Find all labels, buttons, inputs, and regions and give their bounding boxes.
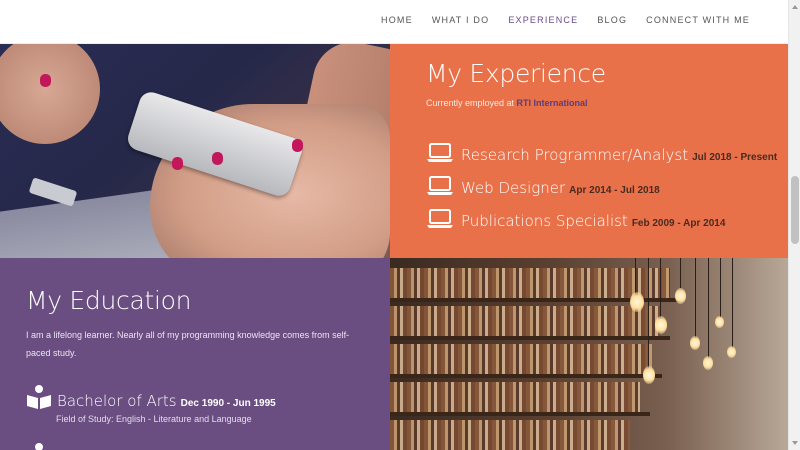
education-section: My Education I am a lifelong learner. Ne…	[0, 258, 390, 450]
lamp-wire	[695, 258, 696, 338]
lamp-wire	[660, 258, 661, 318]
nav-blog[interactable]: BLOG	[597, 15, 627, 25]
lamp-wire	[635, 258, 636, 293]
shelf-graphic	[390, 374, 662, 378]
library-bookshelf-photo	[390, 258, 788, 450]
nail-graphic	[212, 152, 223, 165]
nav-home[interactable]: HOME	[381, 15, 413, 25]
reader-icon	[26, 384, 52, 410]
experience-dates: Apr 2014 - Jul 2018	[569, 185, 660, 196]
scroll-up-icon[interactable]	[792, 5, 798, 9]
bookshelf-graphic	[390, 344, 652, 374]
light-bulb	[675, 288, 686, 304]
education-item-partial	[26, 442, 57, 450]
nail-graphic	[40, 74, 51, 87]
phone-hands-photo	[0, 44, 390, 258]
nail-graphic	[292, 139, 303, 152]
experience-item: Publications Specialist Feb 2009 - Apr 2…	[426, 208, 725, 230]
experience-dates: Feb 2009 - Apr 2014	[631, 218, 726, 229]
education-intro: I am a lifelong learner. Nearly all of m…	[26, 330, 350, 358]
lamp-wire	[720, 258, 721, 318]
experience-item: Web Designer Apr 2014 - Jul 2018	[426, 175, 660, 197]
scroll-thumb[interactable]	[791, 176, 799, 244]
light-bulb	[655, 316, 667, 334]
scroll-down-icon[interactable]	[792, 441, 798, 445]
employer-link[interactable]: RTI International	[517, 98, 588, 108]
light-bulb	[715, 316, 724, 328]
lamp-wire	[708, 258, 709, 358]
education-degree: Bachelor of Arts	[57, 392, 177, 410]
bookshelf-graphic	[390, 420, 630, 450]
top-nav: HOME WHAT I DO EXPERIENCE BLOG CONNECT W…	[0, 0, 788, 44]
shelf-graphic	[390, 336, 670, 340]
bookshelf-graphic	[390, 268, 670, 298]
reader-icon	[26, 442, 52, 450]
experience-dates: Jul 2018 - Present	[692, 152, 778, 163]
experience-role: Web Designer	[461, 179, 566, 197]
experience-title: My Experience	[426, 59, 606, 88]
experience-item: Research Programmer/Analyst Jul 2018 - P…	[426, 142, 777, 164]
light-bulb	[643, 366, 655, 384]
lamp-wire	[732, 258, 733, 348]
hand-graphic	[0, 44, 100, 144]
shelf-graphic	[390, 412, 650, 416]
experience-role: Research Programmer/Analyst	[461, 146, 689, 164]
laptop-icon	[426, 142, 454, 164]
employment-prefix: Currently employed at	[426, 98, 517, 108]
nav-connect[interactable]: CONNECT WITH ME	[646, 15, 750, 25]
nav-what-i-do[interactable]: WHAT I DO	[432, 15, 489, 25]
lamp-wire	[648, 258, 649, 368]
light-bulb	[690, 336, 700, 350]
experience-role: Publications Specialist	[461, 212, 628, 230]
education-dates: Dec 1990 - Jun 1995	[180, 398, 276, 409]
education-title: My Education	[26, 286, 192, 315]
education-field: Field of Study: English - Literature and…	[56, 414, 252, 424]
light-bulb	[630, 292, 644, 312]
usb-drive-graphic	[28, 177, 78, 207]
education-item: Bachelor of Arts Dec 1990 - Jun 1995	[26, 384, 276, 410]
nail-graphic	[172, 157, 183, 170]
bookshelf-graphic	[390, 306, 660, 336]
nav-menu: HOME WHAT I DO EXPERIENCE BLOG CONNECT W…	[362, 15, 750, 25]
lamp-wire	[680, 258, 681, 288]
laptop-icon	[426, 208, 454, 230]
nav-experience[interactable]: EXPERIENCE	[508, 15, 578, 25]
page-scrollbar[interactable]	[788, 0, 800, 450]
bookshelf-graphic	[390, 382, 640, 412]
light-bulb	[703, 356, 713, 370]
laptop-icon	[426, 175, 454, 197]
experience-section: My Experience Currently employed at RTI …	[390, 44, 788, 258]
employment-note: Currently employed at RTI International	[426, 98, 588, 108]
light-bulb	[727, 346, 736, 358]
